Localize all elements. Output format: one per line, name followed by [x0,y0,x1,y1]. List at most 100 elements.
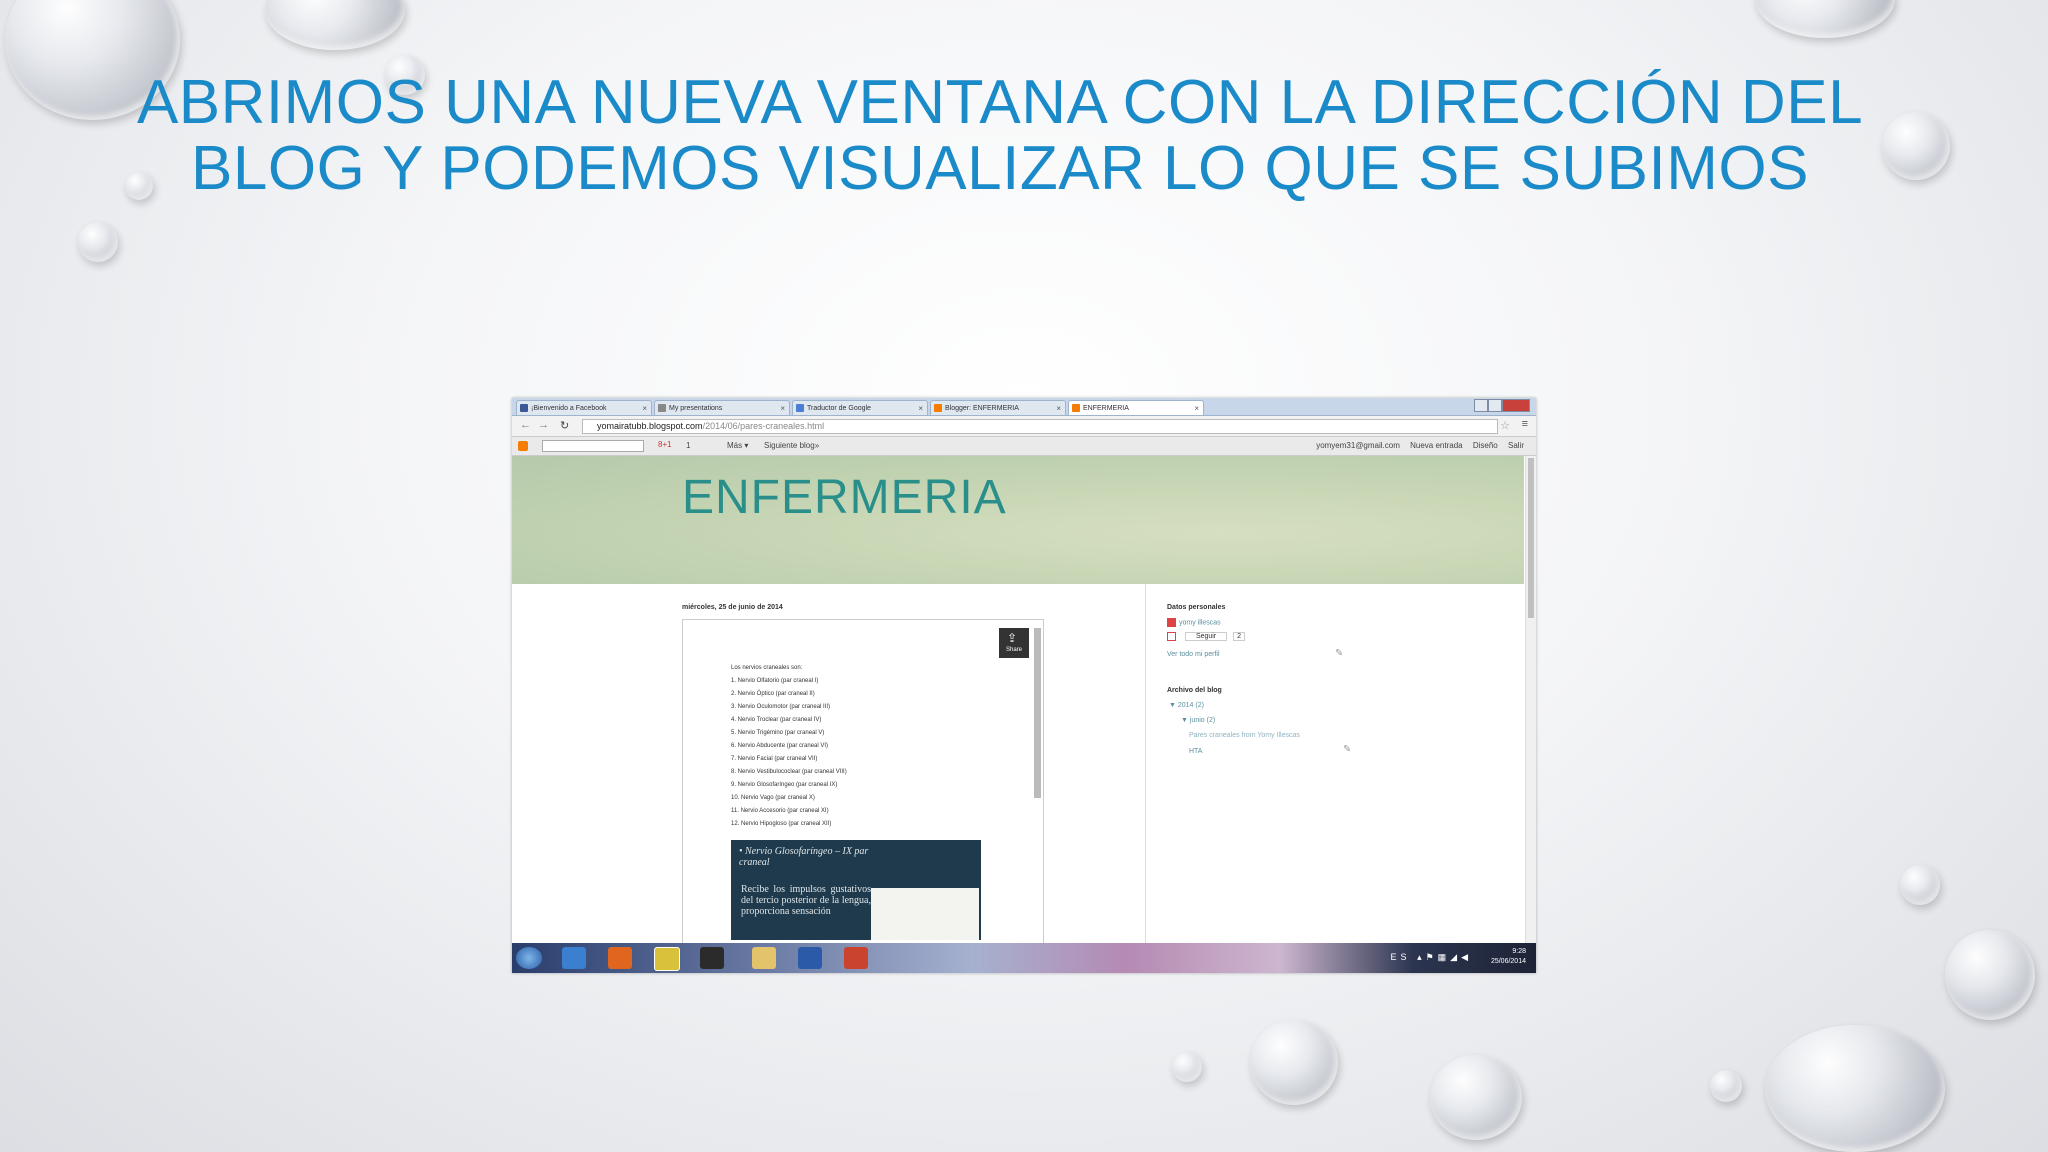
close-icon[interactable]: × [780,401,785,415]
gplus-button[interactable]: 8+1 [658,440,672,449]
close-icon[interactable]: × [1056,401,1061,415]
blog-title[interactable]: ENFERMERIA [682,470,1007,525]
minimize-button[interactable] [1474,399,1488,412]
tab-presentations[interactable]: My presentations × [654,400,790,415]
post-date: miércoles, 25 de junio de 2014 [682,604,783,611]
tab-label: My presentations [669,405,723,412]
blogger-navbar: 8+1 1 Más ▾ Siguiente blog» yomyem31@gma… [512,437,1536,456]
tab-translate[interactable]: Traductor de Google × [792,400,928,415]
menu-icon[interactable]: ≡ [1522,418,1528,430]
firefox-icon[interactable] [608,947,632,969]
powerpoint-icon[interactable] [844,947,868,969]
tab-label: Blogger: ENFERMERIA [945,405,1019,412]
list-item: 10. Nervio Vago (par craneal X) [731,795,815,801]
profile-name-link[interactable]: yomy illescas [1179,619,1221,626]
clock-time: 9:28 [1512,948,1526,955]
archive-year[interactable]: ▼ 2014 (2) [1169,702,1204,709]
word-icon[interactable] [798,947,822,969]
url-input[interactable]: yomairatubb.blogspot.com/2014/06/pares-c… [582,419,1498,434]
list-item: 4. Nervio Troclear (par craneal IV) [731,717,822,723]
blog-header: ENFERMERIA [512,456,1524,584]
list-item: 11. Nervio Accesorio (par craneal XI) [731,808,829,814]
embedded-presentation[interactable]: ⇪ Share Los nervios craneales son: 1. Ne… [682,619,1044,961]
profile-heading: Datos personales [1167,604,1226,611]
view-profile-link[interactable]: Ver todo mi perfil [1167,651,1220,658]
tab-label: Traductor de Google [807,405,871,412]
forward-icon[interactable]: → [538,419,549,431]
water-droplet [1430,1055,1522,1140]
column-divider [1145,584,1146,951]
back-icon[interactable]: ← [520,419,531,431]
clock-date: 25/06/2014 [1490,958,1526,965]
maximize-button[interactable] [1488,399,1502,412]
edit-icon[interactable]: ✎ [1343,744,1351,755]
tab-blogger[interactable]: Blogger: ENFERMERIA × [930,400,1066,415]
logout-link[interactable]: Salir [1508,441,1524,450]
user-email: yomyem31@gmail.com [1316,441,1400,450]
slide-title-line2: BLOG Y PODEMOS VISUALIZAR LO QUE SE SUBI… [191,134,1809,203]
follow-count: 2 [1233,632,1246,642]
archive-post-link[interactable]: HTA [1189,748,1202,755]
water-droplet [1945,930,2035,1020]
media-player-icon[interactable] [700,947,724,969]
archive-post-link[interactable]: Pares craneales from Yomy Illescas [1189,732,1300,739]
next-blog-link[interactable]: Siguiente blog» [764,441,819,450]
gplus-icon [1167,632,1176,641]
user-links: yomyem31@gmail.com Nueva entrada Diseño … [1308,441,1524,450]
page-scrollbar[interactable] [1525,456,1536,951]
blog-search-input[interactable] [542,440,644,452]
follow-row: Seguir 2 [1167,632,1246,642]
reload-icon[interactable]: ↻ [560,419,569,432]
language-indicator[interactable]: ES [1391,952,1411,962]
url-path: /2014/06/pares-craneales.html [702,421,825,431]
design-link[interactable]: Diseño [1473,441,1498,450]
blogger-icon [934,404,942,412]
water-droplet [1755,0,1895,38]
share-button[interactable]: ⇪ Share [999,628,1029,658]
close-icon[interactable]: × [918,401,923,415]
close-icon[interactable]: × [642,401,647,415]
blogger-logo-icon[interactable] [518,441,528,451]
bookmark-star-icon[interactable]: ☆ [1500,419,1510,432]
new-post-link[interactable]: Nueva entrada [1410,441,1462,450]
list-item: 1. Nervio Olfatorio (par craneal I) [731,678,819,684]
water-droplet [1710,1070,1742,1102]
share-label: Share [1005,647,1022,653]
close-icon[interactable]: × [1194,401,1199,415]
follow-button[interactable]: Seguir [1184,632,1228,642]
water-droplet [1250,1020,1338,1105]
list-item: 3. Nervio Oculomotor (par craneal III) [731,704,831,710]
embed-scrollbar[interactable] [1034,628,1041,798]
tab-facebook[interactable]: ¡Bienvenido a Facebook × [516,400,652,415]
file-explorer-icon[interactable] [752,947,776,969]
edit-icon[interactable]: ✎ [1335,648,1343,659]
water-droplet [78,222,118,262]
system-tray-icons[interactable]: ES ▴⚑▦◢◀ [1391,952,1472,963]
url-domain: yomairatubb.blogspot.com [597,421,703,431]
list-intro: Los nervios craneales son: [731,665,803,671]
tab-enfermeria[interactable]: ENFERMERIA × [1068,400,1204,415]
internet-explorer-icon[interactable] [562,947,586,969]
list-item: 9. Nervio Glosofaríngeo (par craneal IX) [731,782,838,788]
clock[interactable]: 9:28 25/06/2014 [1491,947,1526,967]
scrollbar-thumb[interactable] [1528,458,1534,618]
document-icon [658,404,666,412]
close-window-button[interactable] [1502,399,1530,412]
archive-month[interactable]: ▼ junio (2) [1181,717,1215,724]
facebook-icon [520,404,528,412]
tab-label: ENFERMERIA [1083,405,1129,412]
tab-bar: ¡Bienvenido a Facebook × My presentation… [512,398,1536,416]
slide-title: ABRIMOS UNA NUEVA VENTANA CON LA DIRECCI… [120,70,1880,202]
translate-icon [796,404,804,412]
gplus-count: 1 [686,441,691,450]
start-button-icon[interactable] [516,947,542,969]
list-item: 8. Nervio Vestibulococlear (par craneal … [731,769,847,775]
more-menu[interactable]: Más ▾ [727,441,748,450]
water-droplet [1172,1052,1202,1082]
slide-diagram-image [871,888,979,940]
water-droplet [1765,1025,1945,1152]
chrome-icon[interactable] [654,947,680,971]
address-bar: ← → ↻ yomairatubb.blogspot.com/2014/06/p… [512,416,1536,437]
water-droplet [265,0,405,50]
slide-title-line1: ABRIMOS UNA NUEVA VENTANA CON LA DIRECCI… [136,68,1864,137]
